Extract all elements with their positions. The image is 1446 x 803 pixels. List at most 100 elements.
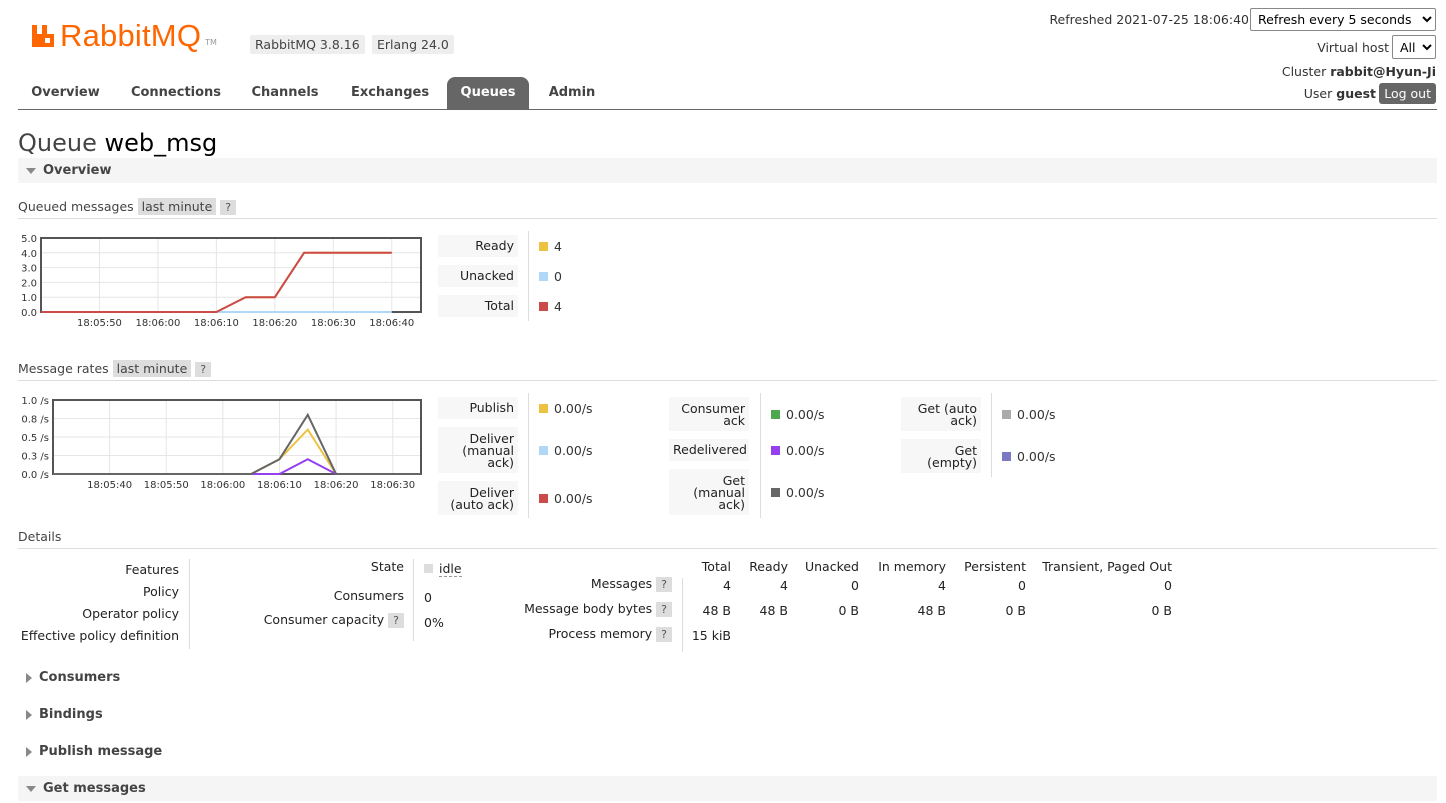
title-prefix: Queue bbox=[18, 129, 97, 157]
details-heading: Details bbox=[18, 529, 62, 544]
series-line bbox=[53, 412, 421, 475]
y-tick-label: 0.0 /s bbox=[21, 470, 49, 481]
messages-help-button[interactable]: ? bbox=[656, 577, 672, 592]
y-tick-label: 0.0 bbox=[21, 308, 37, 319]
rate-deliver-manual-label: Deliver (manual ack) bbox=[438, 427, 518, 473]
bytes-transient: 0 B bbox=[1151, 603, 1172, 618]
capacity-help-button[interactable]: ? bbox=[388, 613, 404, 628]
rates-heading: Message rates bbox=[18, 361, 109, 376]
body-bytes-row-label: Message body bytes ? bbox=[500, 601, 672, 617]
rabbit-logo-icon bbox=[32, 25, 54, 47]
rate-consumer-ack-label: Consumer ack bbox=[669, 397, 749, 431]
details-header: Details bbox=[18, 529, 1437, 549]
bytes-total: 48 B bbox=[702, 603, 731, 618]
section-get-messages[interactable]: Get messages bbox=[18, 776, 1437, 801]
consumer-capacity-value: 0% bbox=[424, 615, 444, 630]
expand-arrow-icon bbox=[26, 746, 32, 757]
process-memory-total: 15 kiB bbox=[691, 628, 731, 643]
vhost-select[interactable]: All bbox=[1392, 35, 1436, 59]
process-memory-help-button[interactable]: ? bbox=[656, 627, 672, 642]
messages-unacked: 0 bbox=[851, 578, 859, 593]
rate-consumer-ack-value: 0.00/s bbox=[771, 407, 825, 422]
tab-admin[interactable]: Admin bbox=[540, 77, 604, 109]
tab-queues[interactable]: Queues bbox=[447, 77, 529, 109]
y-tick-label: 3.0 bbox=[21, 264, 37, 275]
legend-total-value: 4 bbox=[539, 299, 562, 314]
refresh-select[interactable]: Refresh every 5 seconds bbox=[1250, 8, 1436, 31]
queued-range-button[interactable]: last minute bbox=[137, 198, 217, 215]
y-tick-label: 0.5 /s bbox=[21, 433, 49, 444]
section-bindings[interactable]: Bindings bbox=[18, 702, 1437, 727]
rate-redelivered-value: 0.00/s bbox=[771, 443, 825, 458]
x-tick-label: 18:06:10 bbox=[194, 318, 239, 329]
tab-exchanges[interactable]: Exchanges bbox=[344, 77, 436, 109]
rate-deliver-manual-value: 0.00/s bbox=[539, 443, 593, 458]
bytes-in-memory: 48 B bbox=[917, 603, 946, 618]
col-in-memory: In memory bbox=[878, 559, 946, 574]
policy-label: Policy bbox=[143, 584, 179, 599]
rate-redelivered-label: Redelivered bbox=[669, 439, 749, 461]
logo-tm: TM bbox=[205, 37, 217, 47]
process-memory-row-label: Process memory ? bbox=[500, 626, 672, 642]
legend-ready-value: 4 bbox=[539, 239, 562, 254]
expand-arrow-icon bbox=[26, 672, 32, 683]
expand-arrow-icon bbox=[26, 709, 32, 720]
rate-get-empty-label: Get (empty) bbox=[901, 439, 981, 473]
rate-deliver-auto-label: Deliver (auto ack) bbox=[438, 481, 518, 515]
logo-text: RabbitMQ bbox=[60, 18, 202, 53]
rate-get-manual-label: Get (manual ack) bbox=[669, 469, 749, 515]
section-consumers[interactable]: Consumers bbox=[18, 665, 1437, 690]
y-tick-label: 4.0 bbox=[21, 249, 37, 260]
refreshed-label: Refreshed 2021-07-25 18:06:40 bbox=[1049, 12, 1249, 27]
tab-connections[interactable]: Connections bbox=[124, 77, 228, 109]
legend-unacked-value: 0 bbox=[539, 269, 562, 284]
y-tick-label: 0.8 /s bbox=[21, 415, 49, 426]
collapse-arrow-icon bbox=[26, 785, 36, 792]
x-tick-label: 18:06:30 bbox=[370, 480, 415, 491]
queued-heading: Queued messages bbox=[18, 199, 134, 214]
body-bytes-help-button[interactable]: ? bbox=[656, 602, 672, 617]
x-tick-label: 18:06:40 bbox=[369, 318, 414, 329]
rate-get-auto-label: Get (auto ack) bbox=[901, 397, 981, 431]
rate-get-auto-value: 0.00/s bbox=[1002, 407, 1056, 422]
bytes-unacked: 0 B bbox=[838, 603, 859, 618]
bytes-persistent: 0 B bbox=[1005, 603, 1026, 618]
series-line bbox=[53, 458, 421, 475]
x-tick-label: 18:06:00 bbox=[200, 480, 245, 491]
y-tick-label: 0.3 /s bbox=[21, 452, 49, 463]
message-rates-chart: 0.0 /s 0.3 /s 0.5 /s 0.8 /s 1.0 /s 18:05:40 18… bbox=[21, 396, 422, 491]
vhost-label: Virtual host bbox=[1317, 40, 1389, 55]
effective-policy-label: Effective policy definition bbox=[20, 628, 179, 643]
x-tick-label: 18:05:50 bbox=[77, 318, 122, 329]
rates-help-button[interactable]: ? bbox=[195, 362, 212, 377]
rabbitmq-logo[interactable]: RabbitMQ TM bbox=[30, 18, 217, 54]
collapse-arrow-icon bbox=[26, 167, 36, 174]
col-ready: Ready bbox=[749, 559, 788, 574]
page-title: Queue web_msg bbox=[18, 129, 217, 157]
message-rates-header: Message rates last minute ? bbox=[18, 360, 1437, 381]
rate-get-manual-value: 0.00/s bbox=[771, 485, 825, 500]
section-overview-label: Overview bbox=[43, 163, 112, 178]
rate-deliver-auto-value: 0.00/s bbox=[539, 491, 593, 506]
section-publish-message[interactable]: Publish message bbox=[18, 739, 1437, 764]
rate-get-empty-value: 0.00/s bbox=[1002, 449, 1056, 464]
col-transient: Transient, Paged Out bbox=[1042, 559, 1172, 574]
rates-range-button[interactable]: last minute bbox=[112, 360, 192, 377]
plot-frame bbox=[40, 237, 422, 313]
consumers-value: 0 bbox=[424, 590, 432, 605]
x-tick-label: 18:06:00 bbox=[135, 318, 180, 329]
consumer-capacity-label: Consumer capacity ? bbox=[250, 612, 404, 628]
state-value: idle bbox=[424, 561, 462, 577]
messages-ready: 4 bbox=[780, 578, 788, 593]
messages-row-label: Messages ? bbox=[500, 576, 672, 592]
legend-total-label: Total bbox=[438, 295, 518, 317]
legend-unacked-label: Unacked bbox=[438, 265, 518, 287]
y-tick-label: 5.0 bbox=[21, 234, 37, 245]
queued-messages-header: Queued messages last minute ? bbox=[18, 198, 1437, 219]
tab-overview[interactable]: Overview bbox=[18, 77, 113, 109]
queued-help-button[interactable]: ? bbox=[220, 200, 237, 215]
y-tick-label: 2.0 bbox=[21, 278, 37, 289]
tab-channels[interactable]: Channels bbox=[244, 77, 326, 109]
messages-transient: 0 bbox=[1164, 578, 1172, 593]
section-overview[interactable]: Overview bbox=[18, 158, 1437, 183]
